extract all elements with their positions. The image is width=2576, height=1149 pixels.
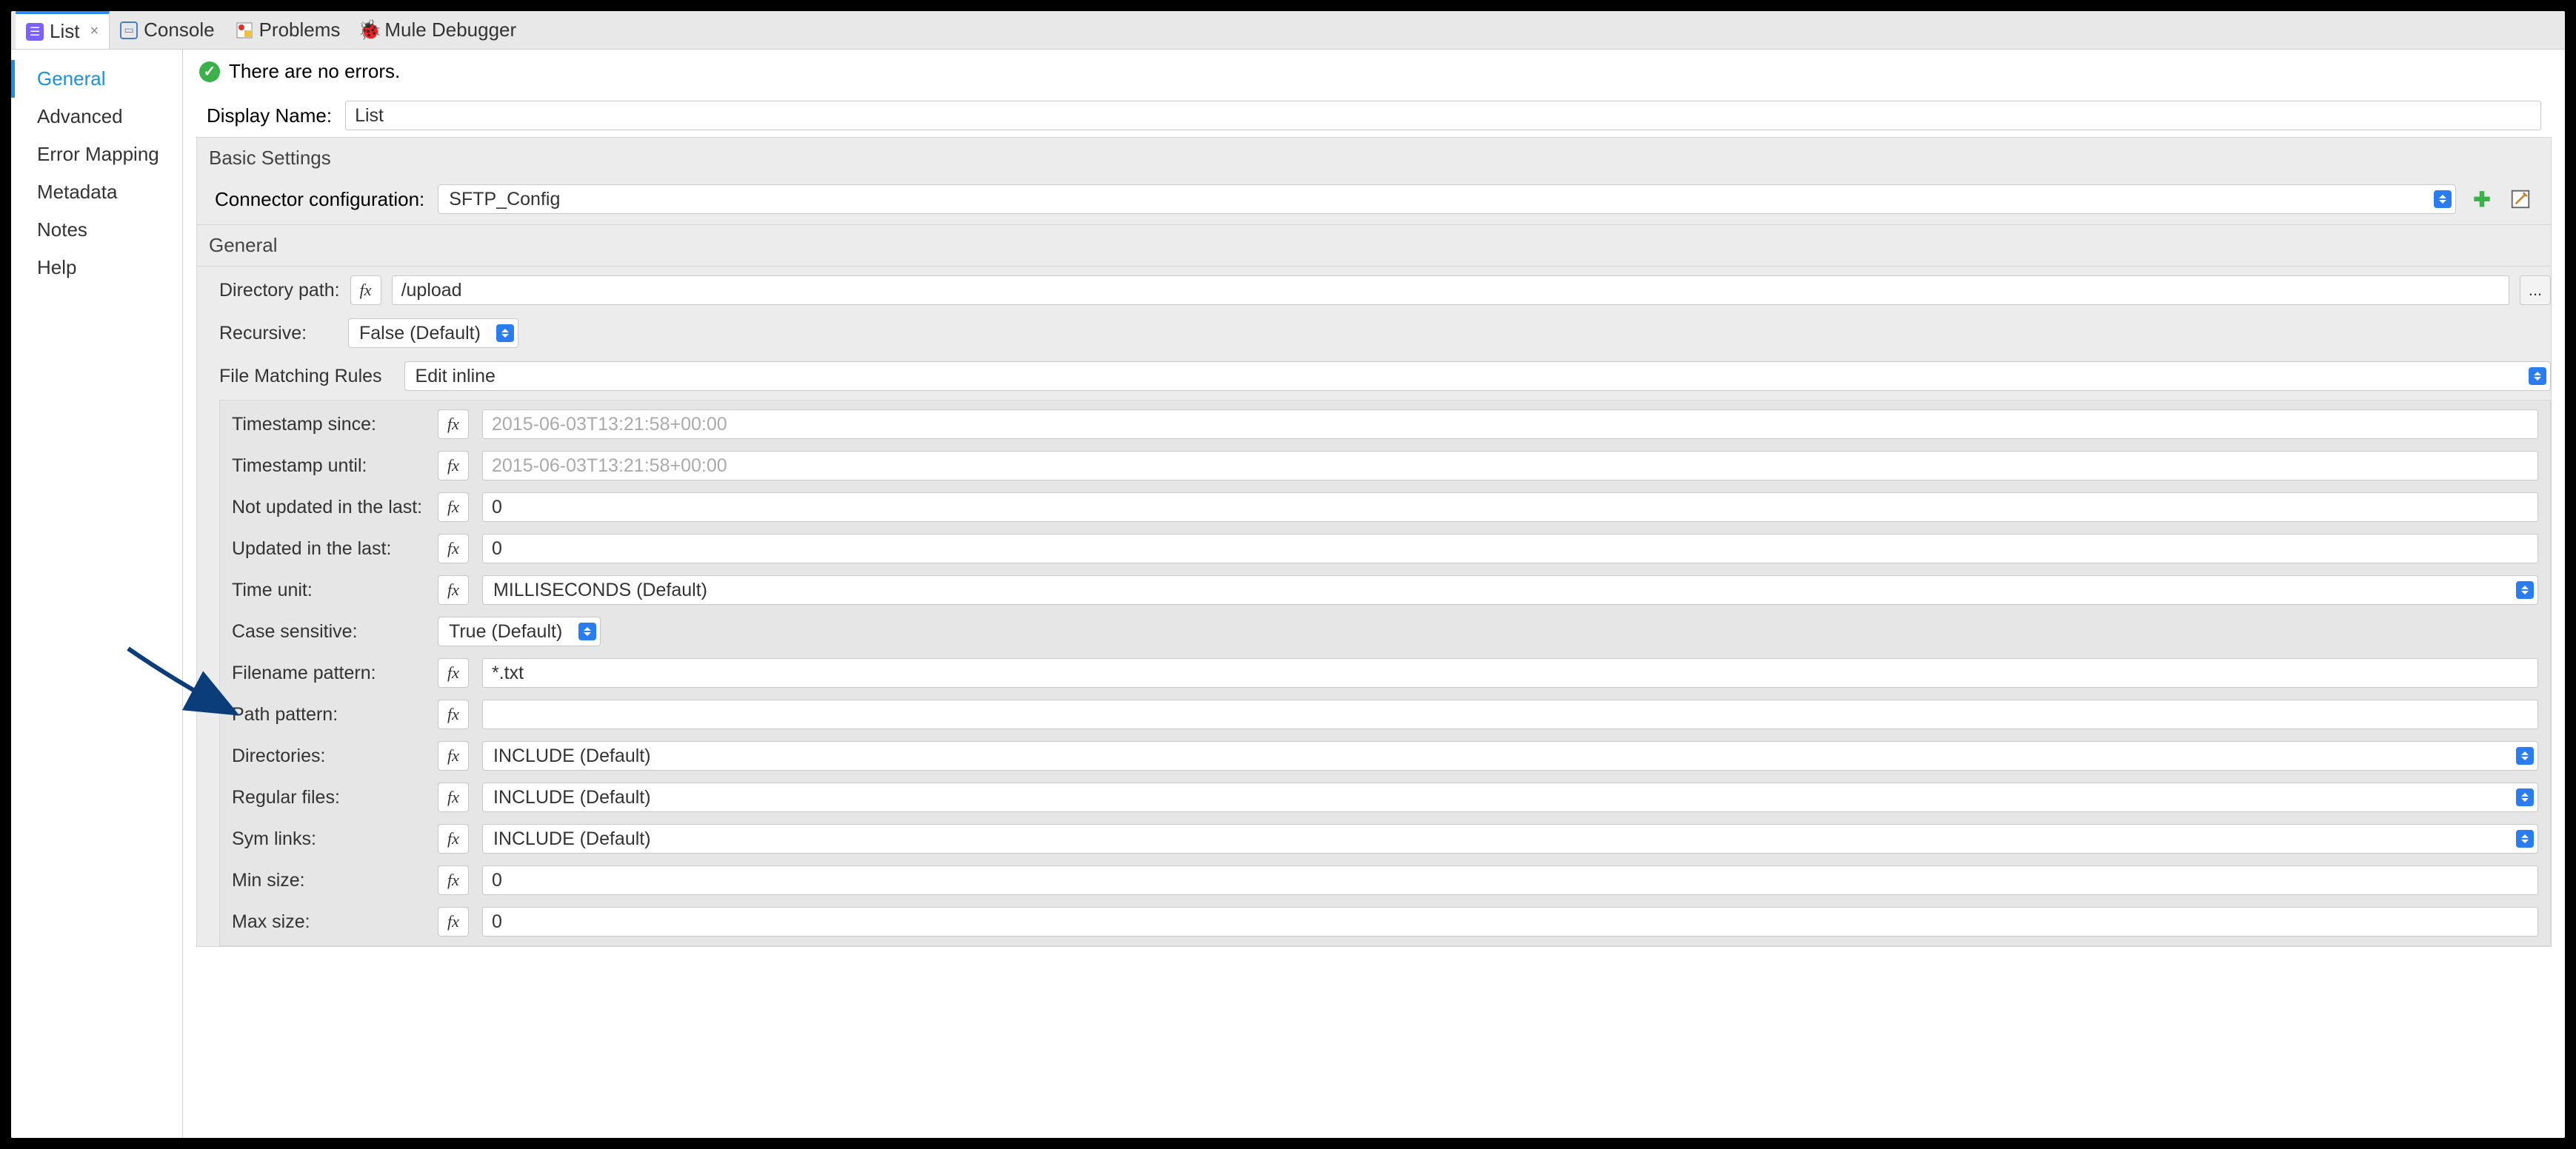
fx-button[interactable]: fx <box>438 865 469 895</box>
console-icon: ▭ <box>120 21 138 39</box>
file-matching-rules-value: Edit inline <box>416 366 495 387</box>
sidebar-item-help[interactable]: Help <box>11 249 182 287</box>
tab-problems[interactable]: Problems <box>225 11 351 49</box>
fx-button[interactable]: fx <box>438 409 469 439</box>
file-matching-rules-label: File Matching Rules <box>219 366 382 387</box>
min-size-input[interactable] <box>482 865 2538 895</box>
directories-value: INCLUDE (Default) <box>493 746 651 767</box>
file-matching-rules-select[interactable]: Edit inline <box>404 361 2551 391</box>
not-updated-input[interactable] <box>482 492 2538 522</box>
display-name-input[interactable] <box>345 101 2541 130</box>
bug-icon: 🐞 <box>361 21 378 39</box>
recursive-value: False (Default) <box>359 323 481 344</box>
tab-label: List <box>50 20 79 43</box>
connector-config-select[interactable]: SFTP_Config <box>438 184 2456 214</box>
case-sensitive-select[interactable]: True (Default) <box>438 617 601 646</box>
fx-button[interactable]: fx <box>438 824 469 854</box>
basic-settings-title: Basic Settings <box>197 138 2551 178</box>
general-section-title: General <box>197 225 2551 267</box>
timestamp-until-input[interactable] <box>482 451 2538 480</box>
tab-label: Problems <box>259 19 341 41</box>
tab-label: Console <box>144 19 214 41</box>
directories-label: Directories: <box>232 746 424 767</box>
fx-button[interactable]: fx <box>438 658 469 688</box>
case-sensitive-value: True (Default) <box>449 621 562 643</box>
fx-button[interactable]: fx <box>438 492 469 522</box>
directory-path-input[interactable] <box>392 275 2509 305</box>
fx-button[interactable]: fx <box>438 575 469 605</box>
connector-config-label: Connector configuration: <box>215 188 424 211</box>
sidebar: General Advanced Error Mapping Metadata … <box>11 50 183 1138</box>
sym-links-value: INCLUDE (Default) <box>493 828 651 850</box>
updated-label: Updated in the last: <box>232 538 424 560</box>
add-config-button[interactable]: ✚ <box>2469 187 2495 212</box>
case-sensitive-label: Case sensitive: <box>232 621 424 643</box>
filename-pattern-input[interactable] <box>482 658 2538 688</box>
updated-input[interactable] <box>482 534 2538 563</box>
tab-console[interactable]: ▭ Console <box>110 11 224 49</box>
time-unit-label: Time unit: <box>232 580 424 601</box>
timestamp-until-label: Timestamp until: <box>232 455 424 477</box>
tab-bar: ☰ List × ▭ Console Problems 🐞 Mule Debug… <box>11 11 2565 50</box>
fx-button[interactable]: fx <box>438 741 469 771</box>
timestamp-since-label: Timestamp since: <box>232 414 424 435</box>
max-size-label: Max size: <box>232 911 424 933</box>
timestamp-since-input[interactable] <box>482 409 2538 439</box>
tab-label: Mule Debugger <box>384 19 516 41</box>
regular-files-label: Regular files: <box>232 787 424 808</box>
chevron-updown-icon <box>2434 190 2452 208</box>
chevron-updown-icon <box>2516 747 2534 765</box>
time-unit-select[interactable]: MILLISECONDS (Default) <box>482 575 2538 605</box>
problems-icon <box>236 21 253 39</box>
fx-button[interactable]: fx <box>438 451 469 480</box>
fx-button[interactable]: fx <box>438 783 469 812</box>
path-pattern-label: Path pattern: <box>232 704 424 726</box>
tab-mule-debugger[interactable]: 🐞 Mule Debugger <box>350 11 527 49</box>
fx-button[interactable]: fx <box>438 700 469 729</box>
list-tab-icon: ☰ <box>26 23 44 41</box>
sidebar-item-advanced[interactable]: Advanced <box>11 98 182 135</box>
directories-select[interactable]: INCLUDE (Default) <box>482 741 2538 771</box>
sidebar-item-notes[interactable]: Notes <box>11 211 182 249</box>
sidebar-item-metadata[interactable]: Metadata <box>11 173 182 211</box>
time-unit-value: MILLISECONDS (Default) <box>493 580 707 601</box>
status-row: ✓ There are no errors. <box>183 50 2565 93</box>
recursive-select[interactable]: False (Default) <box>348 318 518 348</box>
sidebar-item-error-mapping[interactable]: Error Mapping <box>11 135 182 173</box>
close-icon[interactable]: × <box>90 23 99 40</box>
filename-pattern-label: Filename pattern: <box>232 663 424 684</box>
max-size-input[interactable] <box>482 907 2538 937</box>
regular-files-value: INCLUDE (Default) <box>493 787 651 808</box>
chevron-updown-icon <box>578 623 596 640</box>
chevron-updown-icon <box>2516 581 2534 599</box>
success-icon: ✓ <box>199 61 220 82</box>
fx-button[interactable]: fx <box>350 275 381 305</box>
content-pane: ✓ There are no errors. Display Name: Bas… <box>183 50 2565 1138</box>
tab-list[interactable]: ☰ List × <box>16 11 110 49</box>
fx-button[interactable]: fx <box>438 534 469 563</box>
sidebar-item-general[interactable]: General <box>11 60 182 98</box>
edit-config-button[interactable] <box>2508 187 2533 212</box>
browse-button[interactable]: ... <box>2520 275 2551 305</box>
chevron-updown-icon <box>2529 367 2546 385</box>
status-message: There are no errors. <box>229 60 400 83</box>
connector-config-value: SFTP_Config <box>449 189 560 210</box>
chevron-updown-icon <box>2516 830 2534 848</box>
sym-links-label: Sym links: <box>232 828 424 850</box>
not-updated-label: Not updated in the last: <box>232 497 424 518</box>
recursive-label: Recursive: <box>219 323 338 344</box>
chevron-updown-icon <box>2516 788 2534 806</box>
min-size-label: Min size: <box>232 870 424 891</box>
display-name-label: Display Name: <box>207 104 332 127</box>
fx-button[interactable]: fx <box>438 907 469 937</box>
regular-files-select[interactable]: INCLUDE (Default) <box>482 783 2538 812</box>
path-pattern-input[interactable] <box>482 700 2538 729</box>
chevron-updown-icon <box>496 324 514 342</box>
directory-path-label: Directory path: <box>219 280 340 301</box>
sym-links-select[interactable]: INCLUDE (Default) <box>482 824 2538 854</box>
